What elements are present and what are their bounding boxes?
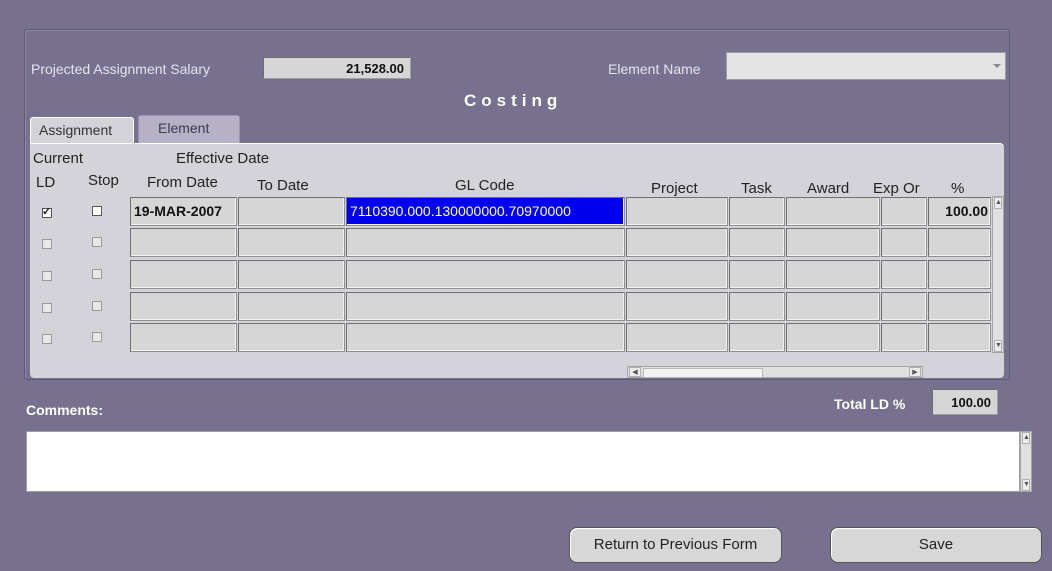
stop-checkbox[interactable] <box>92 301 102 311</box>
exp-org-cell[interactable] <box>881 197 927 226</box>
project-cell[interactable] <box>626 228 728 257</box>
stop-checkbox[interactable] <box>92 332 102 342</box>
to-date-cell[interactable] <box>238 323 345 352</box>
comments-scrollbar[interactable]: ▲ ▼ <box>1020 431 1032 492</box>
gl-code-cell[interactable] <box>346 260 625 289</box>
exp-org-cell[interactable] <box>881 292 927 321</box>
task-cell[interactable] <box>729 260 785 289</box>
from-date-cell[interactable] <box>130 260 237 289</box>
exp-org-cell[interactable] <box>881 228 927 257</box>
page-title: Costing <box>464 91 563 110</box>
comments-field[interactable] <box>26 431 1020 492</box>
stop-checkbox[interactable] <box>92 206 102 216</box>
col-pct: % <box>951 180 965 197</box>
to-date-cell[interactable] <box>238 228 345 257</box>
scroll-thumb[interactable] <box>643 368 763 378</box>
ld-checkbox[interactable] <box>42 334 52 344</box>
ld-checkbox[interactable] <box>42 303 52 313</box>
gl-code-cell[interactable] <box>346 323 625 352</box>
task-cell[interactable] <box>729 197 785 226</box>
arrow-up-icon[interactable]: ▲ <box>994 197 1002 209</box>
award-cell[interactable] <box>786 197 880 226</box>
header-current: Current <box>33 150 84 167</box>
gl-code-cell[interactable]: 7110390.000.130000000.70970000 <box>346 197 625 226</box>
to-date-cell[interactable] <box>238 260 345 289</box>
tab-assignment-label: Assignment <box>39 122 113 138</box>
col-gl-code: GL Code <box>455 177 515 194</box>
col-exp-org: Exp Or <box>873 180 920 197</box>
element-name-label: Element Name <box>608 61 701 77</box>
project-cell[interactable] <box>626 197 728 226</box>
element-name-select[interactable] <box>726 52 1006 80</box>
horizontal-scrollbar[interactable]: ◀ ▶ <box>627 366 923 378</box>
total-ld-value: 100.00 <box>932 389 998 415</box>
arrow-up-icon[interactable]: ▲ <box>1022 432 1030 444</box>
gl-code-cell[interactable] <box>346 292 625 321</box>
arrow-right-icon[interactable]: ▶ <box>909 367 921 377</box>
pct-cell[interactable] <box>928 292 991 321</box>
stop-checkbox[interactable] <box>92 237 102 247</box>
pct-cell[interactable] <box>928 228 991 257</box>
total-ld-label: Total LD % <box>834 396 906 412</box>
salary-field: 21,528.00 <box>263 57 411 79</box>
exp-org-cell[interactable] <box>881 323 927 352</box>
from-date-cell[interactable]: 19-MAR-2007 <box>130 197 237 226</box>
to-date-cell[interactable] <box>238 197 345 226</box>
award-cell[interactable] <box>786 228 880 257</box>
task-cell[interactable] <box>729 323 785 352</box>
award-cell[interactable] <box>786 292 880 321</box>
to-date-cell[interactable] <box>238 292 345 321</box>
col-project: Project <box>651 180 698 197</box>
award-cell[interactable] <box>786 260 880 289</box>
col-to-date: To Date <box>257 177 309 194</box>
pct-cell[interactable] <box>928 260 991 289</box>
exp-org-cell[interactable] <box>881 260 927 289</box>
project-cell[interactable] <box>626 292 728 321</box>
project-cell[interactable] <box>626 323 728 352</box>
arrow-down-icon[interactable]: ▼ <box>994 340 1002 352</box>
gl-code-cell[interactable] <box>346 228 625 257</box>
return-button[interactable]: Return to Previous Form <box>569 527 782 563</box>
pct-cell[interactable] <box>928 323 991 352</box>
ld-checkbox[interactable] <box>42 205 52 218</box>
save-button[interactable]: Save <box>830 527 1042 563</box>
tab-assignment[interactable]: Assignment <box>30 117 134 143</box>
col-task: Task <box>741 180 772 197</box>
col-from-date: From Date <box>147 174 218 191</box>
from-date-cell[interactable] <box>130 292 237 321</box>
tab-element-label: Element <box>158 120 210 136</box>
chevron-down-icon[interactable] <box>993 64 1001 68</box>
col-ld: LD <box>36 174 56 191</box>
from-date-cell[interactable] <box>130 323 237 352</box>
salary-label: Projected Assignment Salary <box>31 61 210 77</box>
project-cell[interactable] <box>626 260 728 289</box>
stop-checkbox[interactable] <box>92 269 102 279</box>
ld-checkbox[interactable] <box>42 271 52 281</box>
col-stop: Stop <box>88 172 119 189</box>
tab-element[interactable]: Element <box>138 115 240 143</box>
task-cell[interactable] <box>729 292 785 321</box>
task-cell[interactable] <box>729 228 785 257</box>
vertical-scrollbar[interactable]: ▲ ▼ <box>992 196 1004 353</box>
arrow-left-icon[interactable]: ◀ <box>629 367 641 377</box>
header-effective-date: Effective Date <box>176 150 270 167</box>
col-award: Award <box>807 180 850 197</box>
from-date-cell[interactable] <box>130 228 237 257</box>
pct-cell[interactable]: 100.00 <box>928 197 991 226</box>
award-cell[interactable] <box>786 323 880 352</box>
ld-checkbox[interactable] <box>42 239 52 249</box>
comments-label: Comments: <box>26 402 104 418</box>
arrow-down-icon[interactable]: ▼ <box>1022 479 1030 491</box>
